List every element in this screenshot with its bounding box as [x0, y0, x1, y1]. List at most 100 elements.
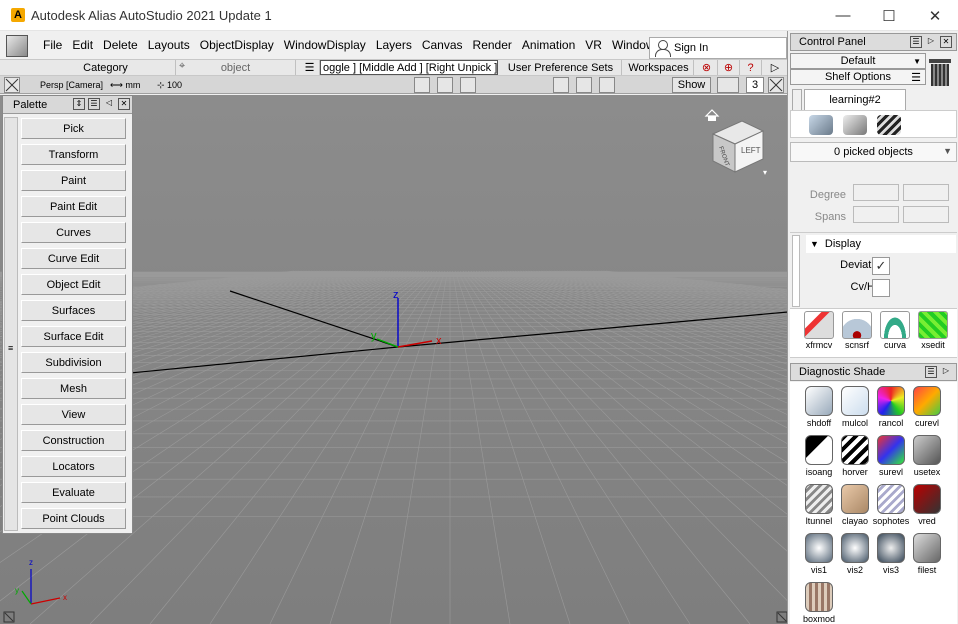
palette-curves[interactable]: Curves	[21, 222, 126, 243]
category-dropdown[interactable]: Category	[36, 60, 176, 75]
degree-field-1[interactable]	[853, 184, 899, 201]
shelf-tab-learning2[interactable]: learning#2	[804, 89, 906, 110]
palette-construction[interactable]: Construction	[21, 430, 126, 451]
shade-filest[interactable]: filest	[908, 531, 946, 575]
trash-icon[interactable]	[928, 57, 952, 87]
menu-layouts[interactable]: Layouts	[143, 38, 195, 52]
workspaces-button[interactable]: Workspaces	[624, 60, 694, 75]
palette-grip[interactable]: ≡	[4, 117, 18, 531]
shade-curevl[interactable]: curevl	[908, 384, 946, 428]
magnet-cross-icon[interactable]: ⊕	[718, 60, 740, 75]
shade-clayao[interactable]: clayao	[836, 482, 874, 526]
cvhull-checkbox[interactable]	[872, 279, 890, 297]
shade-ltunnel[interactable]: ltunnel	[800, 482, 838, 526]
ds-menu-icon[interactable]: ☰	[925, 366, 937, 378]
minimize-button[interactable]: —	[820, 0, 866, 31]
shade-horver[interactable]: horver	[836, 433, 874, 477]
shelf-tab-stub[interactable]	[792, 89, 802, 110]
shade-surevl[interactable]: surevl	[872, 433, 910, 477]
rotate-icon[interactable]	[553, 77, 569, 93]
menu-windowdisplay[interactable]: WindowDisplay	[279, 38, 371, 52]
object-field[interactable]: ⌖ object	[176, 60, 296, 75]
palette-paint[interactable]: Paint	[21, 170, 126, 191]
shade-vis1[interactable]: vis1	[800, 531, 838, 575]
shade-vis2[interactable]: vis2	[836, 531, 874, 575]
palette-point-clouds[interactable]: Point Clouds	[21, 508, 126, 529]
xsedit-tool[interactable]: xsedit	[914, 309, 952, 350]
layout-dropdown[interactable]: Default ▼	[790, 53, 926, 69]
ds-expand-icon[interactable]: ▷	[940, 366, 952, 378]
shade-vis3[interactable]: vis3	[872, 531, 910, 575]
film-icon[interactable]	[437, 77, 453, 93]
camera-label[interactable]: Persp [Camera]	[40, 78, 103, 92]
show-button[interactable]: Show	[672, 77, 711, 93]
shelf-options-button[interactable]: Shelf Options ☰	[790, 69, 926, 85]
scroll-right-icon[interactable]: ▷	[764, 60, 786, 75]
menu-render[interactable]: Render	[468, 38, 517, 52]
list-icon[interactable]: ☰	[300, 60, 320, 75]
palette-mesh[interactable]: Mesh	[21, 378, 126, 399]
palette-view[interactable]: View	[21, 404, 126, 425]
curva-tool[interactable]: curva	[876, 309, 914, 350]
menu-animation[interactable]: Animation	[517, 38, 580, 52]
window-toggle-icon[interactable]	[717, 77, 739, 93]
maximize-viewport-icon[interactable]	[768, 77, 784, 93]
palette-close-icon[interactable]: ✕	[118, 98, 130, 110]
magnet-icon[interactable]: ⊗	[696, 60, 718, 75]
picked-objects-dropdown[interactable]: 0 picked objects ▼	[790, 142, 957, 162]
cp-menu-icon[interactable]: ☰	[910, 36, 922, 48]
palette-resize-icon[interactable]: ⇕	[73, 98, 85, 110]
close-viewport-icon[interactable]	[4, 77, 20, 93]
shade-boxmod[interactable]: boxmod	[800, 580, 838, 624]
deviation-checkbox[interactable]: ✓	[872, 257, 890, 275]
degree-field-2[interactable]	[903, 184, 949, 201]
spans-field-2[interactable]	[903, 206, 949, 223]
sweep-tool-icon[interactable]	[843, 115, 867, 135]
shade-mulcol[interactable]: mulcol	[836, 384, 874, 428]
shade-rancol[interactable]: rancol	[872, 384, 910, 428]
menu-vr[interactable]: VR	[580, 38, 607, 52]
spans-field-1[interactable]	[853, 206, 899, 223]
display-header[interactable]: ▼ Display	[806, 235, 956, 253]
menu-canvas[interactable]: Canvas	[417, 38, 468, 52]
sphere-icon[interactable]	[576, 77, 592, 93]
palette-curve-edit[interactable]: Curve Edit	[21, 248, 126, 269]
close-button[interactable]: ✕	[912, 0, 958, 31]
cp-close-icon[interactable]: ✕	[940, 36, 952, 48]
zoom-icon[interactable]	[460, 77, 476, 93]
menu-objectdisplay[interactable]: ObjectDisplay	[195, 38, 279, 52]
menu-layers[interactable]: Layers	[371, 38, 417, 52]
scnsrf-tool[interactable]: scnsrf	[838, 309, 876, 350]
wrench-tool-icon[interactable]	[809, 115, 833, 135]
maximize-button[interactable]: ☐	[866, 0, 912, 31]
palette-surface-edit[interactable]: Surface Edit	[21, 326, 126, 347]
menu-edit[interactable]: Edit	[67, 38, 98, 52]
shade-shdoff[interactable]: shdoff	[800, 384, 838, 428]
palette-subdivision[interactable]: Subdivision	[21, 352, 126, 373]
viewcube-menu-icon[interactable]: ▾	[763, 168, 767, 177]
sign-in-button[interactable]: Sign In	[649, 37, 787, 59]
menu-file[interactable]: File	[38, 38, 67, 52]
window-number-field[interactable]: 3	[746, 77, 764, 93]
palette-object-edit[interactable]: Object Edit	[21, 274, 126, 295]
cp-expand-icon[interactable]: ▷	[925, 36, 937, 48]
panel-scrollbar[interactable]	[953, 391, 958, 624]
shade-usetex[interactable]: usetex	[908, 433, 946, 477]
camera-icon[interactable]	[414, 77, 430, 93]
move-icon[interactable]	[599, 77, 615, 93]
shade-isoang[interactable]: isoang	[800, 433, 838, 477]
shade-vred[interactable]: vred	[908, 482, 946, 526]
palette-menu-icon[interactable]: ☰	[88, 98, 100, 110]
palette-locators[interactable]: Locators	[21, 456, 126, 477]
stripe-tool-icon[interactable]	[877, 115, 901, 135]
shade-sophotes[interactable]: sophotes	[872, 482, 910, 526]
user-preference-sets-button[interactable]: User Preference Sets	[500, 60, 622, 75]
palette-pick[interactable]: Pick	[21, 118, 126, 139]
menu-delete[interactable]: Delete	[98, 38, 143, 52]
magnet-question-icon[interactable]: ?	[740, 60, 762, 75]
palette-paint-edit[interactable]: Paint Edit	[21, 196, 126, 217]
palette-evaluate[interactable]: Evaluate	[21, 482, 126, 503]
xfrmcv-tool[interactable]: xfrmcv	[800, 309, 838, 350]
palette-transform[interactable]: Transform	[21, 144, 126, 165]
palette-collapse-icon[interactable]: ◁	[103, 98, 115, 110]
